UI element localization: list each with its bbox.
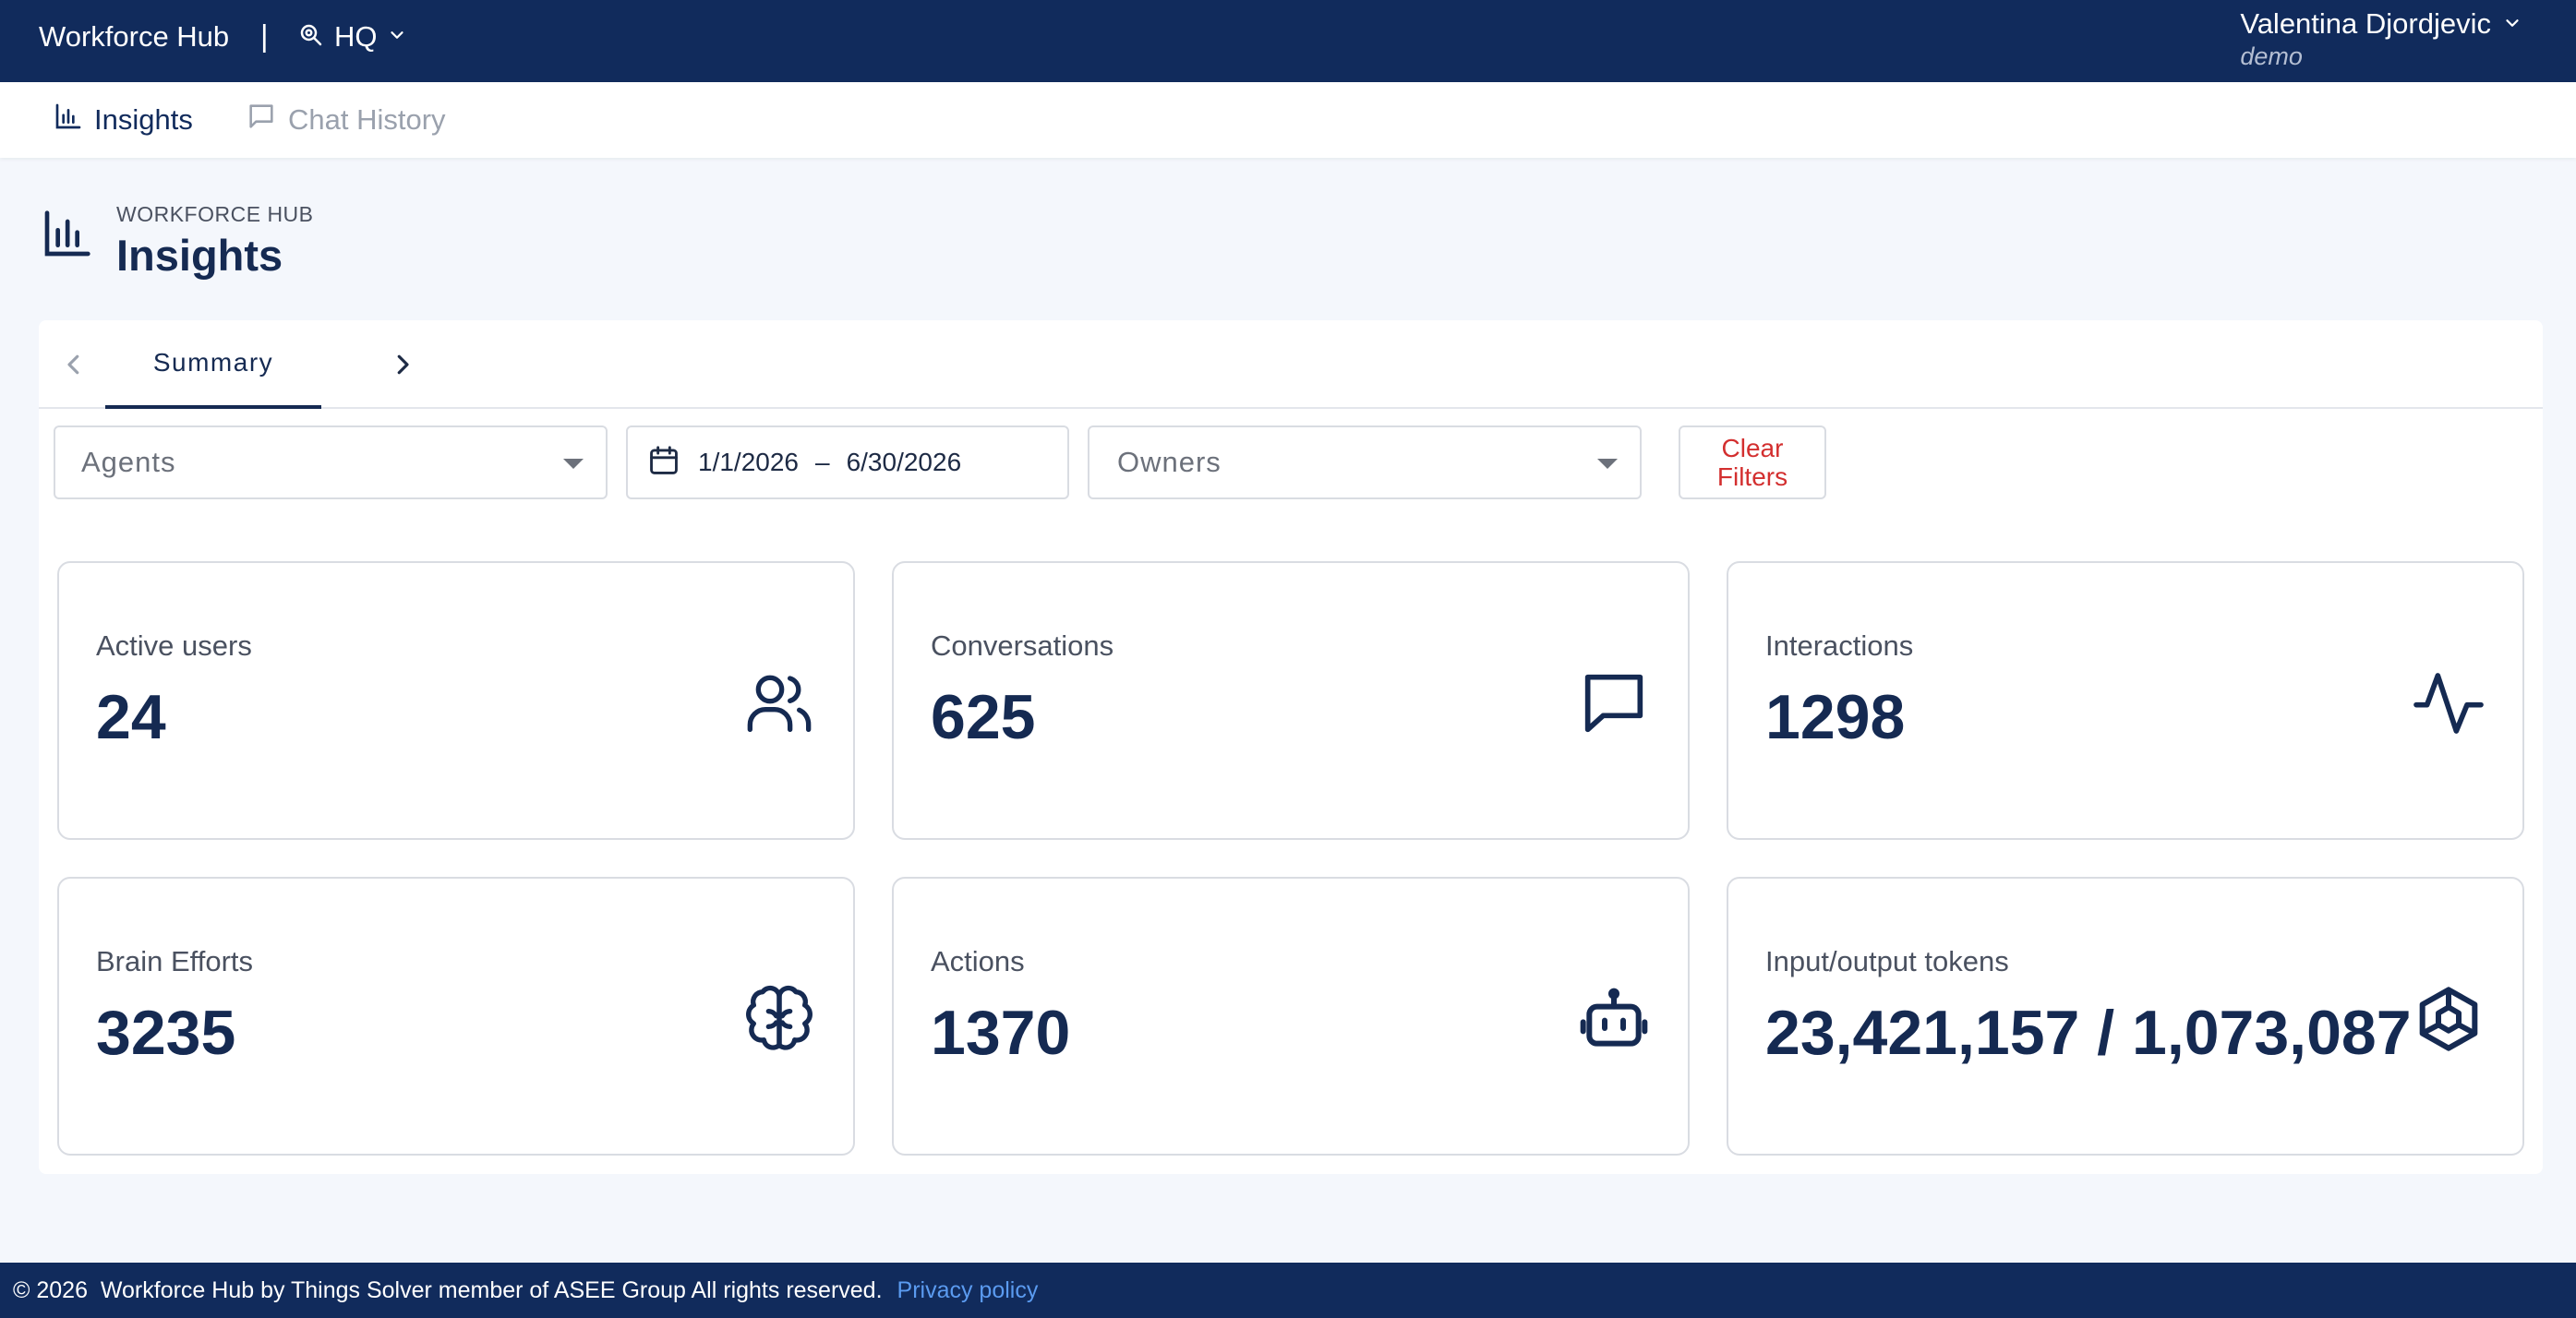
nav-chat-history-label: Chat History: [288, 103, 446, 136]
clear-filters-label-line2: Filters: [1716, 462, 1788, 491]
chevron-left-icon: [67, 354, 79, 375]
metric-value: 3235: [96, 998, 236, 1068]
metric-label: Interactions: [1765, 629, 1914, 662]
site-label: HQ: [334, 20, 378, 53]
agents-select[interactable]: Agents: [54, 425, 608, 499]
insights-panel: Summary Agents 1/1/2026 – 6/30/2026 Owne…: [39, 320, 2543, 1174]
tab-scroll-left-button[interactable]: [55, 346, 92, 383]
metric-label: Actions: [931, 945, 1025, 977]
metric-value: 625: [931, 682, 1036, 752]
clear-filters-button[interactable]: Clear Filters: [1679, 425, 1826, 499]
metric-label: Conversations: [931, 629, 1114, 662]
nav-insights-label: Insights: [94, 103, 193, 136]
metric-card-active-users: Active users 24: [57, 561, 855, 840]
site-search-icon: [297, 21, 325, 54]
chat-icon: [246, 101, 277, 139]
bar-chart-icon: [54, 102, 83, 138]
clear-filters-label-line1: Clear: [1721, 434, 1784, 462]
nav-item-chat-history[interactable]: Chat History: [246, 101, 446, 139]
date-start: 1/1/2026: [698, 448, 799, 476]
footer: © 2026 Workforce Hub by Things Solver me…: [0, 1263, 2576, 1318]
owners-dropdown-arrow-icon: [1597, 459, 1618, 469]
page-eyebrow: WORKFORCE HUB: [116, 202, 314, 226]
metric-value: 1298: [1765, 682, 1906, 752]
tab-scroll-right-button[interactable]: [384, 346, 421, 383]
date-range-picker[interactable]: 1/1/2026 – 6/30/2026: [626, 425, 1069, 499]
metric-value: 1370: [931, 998, 1071, 1068]
chevron-right-icon: [397, 354, 409, 375]
privacy-policy-link[interactable]: Privacy policy: [897, 1277, 1039, 1304]
agents-placeholder: Agents: [81, 446, 176, 478]
brain-icon: [742, 982, 816, 1056]
metric-card-input-output-tokens: Input/output tokens 23,421,157 / 1,073,0…: [1727, 877, 2524, 1156]
nav-bar: Insights Chat History: [0, 82, 2576, 158]
brand-name[interactable]: Workforce Hub: [39, 20, 229, 54]
user-chevron-down-icon: [2502, 7, 2522, 41]
brand-separator: |: [260, 18, 269, 53]
top-bar: Workforce Hub | HQ Valentina Djordjevic …: [0, 0, 2576, 82]
chat-bubble-icon: [1577, 666, 1651, 740]
date-end: 6/30/2026: [846, 448, 962, 476]
metric-value: 23,421,157 / 1,073,087: [1765, 998, 2412, 1068]
page-title: Insights: [116, 231, 283, 280]
metric-value: 24: [96, 682, 166, 752]
metric-card-interactions: Interactions 1298: [1727, 561, 2524, 840]
agents-dropdown-arrow-icon: [563, 459, 584, 469]
owners-placeholder: Owners: [1117, 446, 1222, 478]
nav-item-insights[interactable]: Insights: [54, 101, 193, 139]
metric-label: Input/output tokens: [1765, 945, 2009, 977]
calendar-icon: [646, 443, 681, 483]
metric-card-conversations: Conversations 625: [892, 561, 1690, 840]
cube-icon: [2412, 982, 2486, 1056]
user-role: demo: [2240, 42, 2303, 70]
chevron-down-icon: [387, 25, 407, 50]
users-icon: [742, 666, 816, 740]
user-menu[interactable]: Valentina Djordjevic demo: [2240, 7, 2522, 71]
metric-label: Active users: [96, 629, 252, 662]
bot-icon: [1577, 982, 1651, 1056]
owners-select[interactable]: Owners: [1088, 425, 1642, 499]
metric-card-brain-efforts: Brain Efforts 3235: [57, 877, 855, 1156]
page-bar-chart-icon: [41, 209, 92, 265]
tab-summary[interactable]: Summary: [105, 320, 321, 409]
user-name: Valentina Djordjevic: [2240, 7, 2491, 40]
date-separator: –: [815, 448, 830, 476]
site-selector[interactable]: HQ: [297, 18, 407, 55]
metric-card-actions: Actions 1370: [892, 877, 1690, 1156]
activity-icon: [2412, 666, 2486, 740]
metric-label: Brain Efforts: [96, 945, 254, 977]
tabs-bar: Summary: [39, 320, 2543, 409]
footer-copyright: © 2026 Workforce Hub by Things Solver me…: [13, 1276, 883, 1303]
